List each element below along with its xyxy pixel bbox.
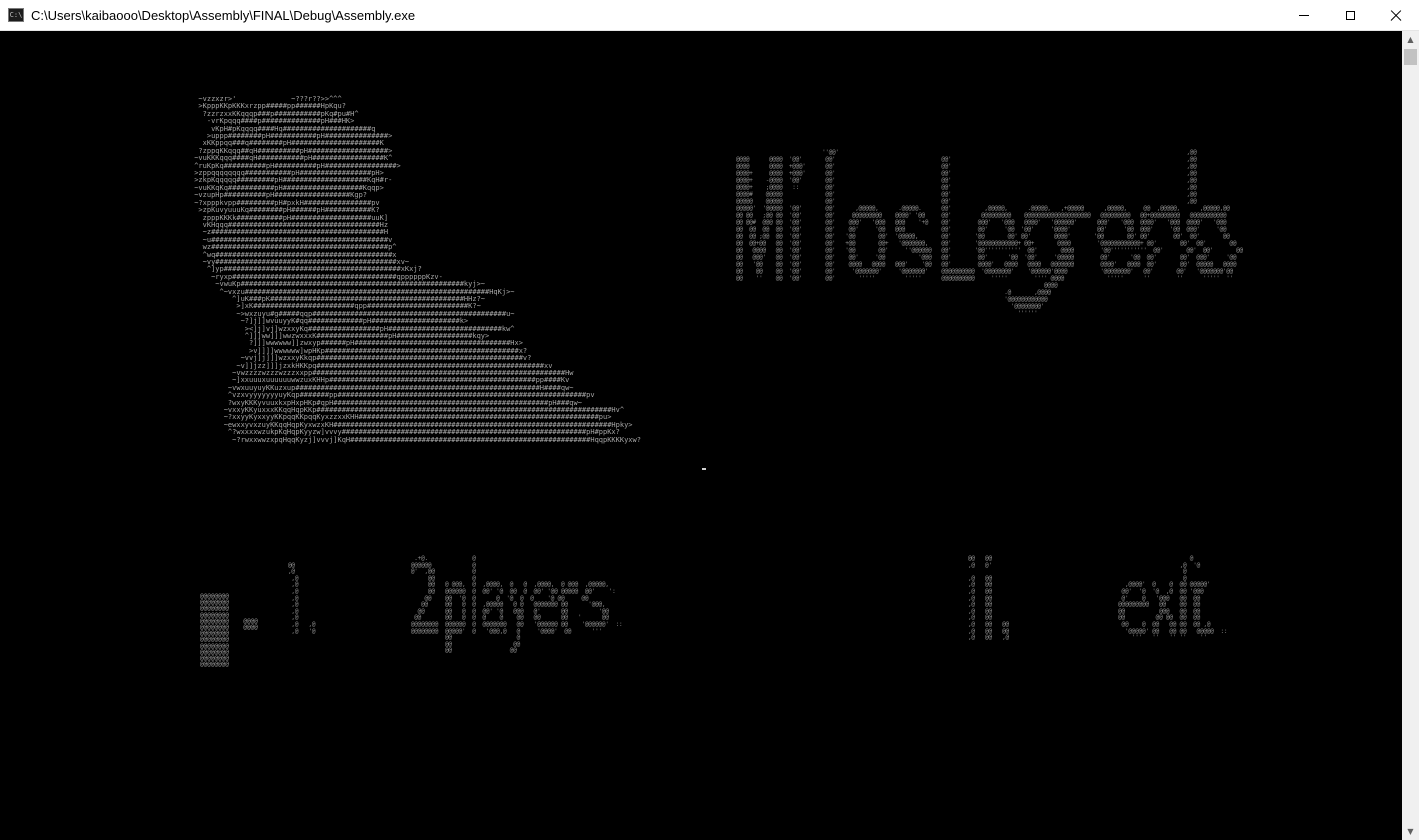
close-icon <box>1390 10 1402 22</box>
scrollbar-thumb[interactable] <box>1404 49 1417 65</box>
text-cursor <box>702 468 706 470</box>
ascii-portrait-art: ~vzzxzr>' ~???r??>>^^^ >KpppKKpKKKxrzpp#… <box>194 95 641 444</box>
scroll-down-arrow-icon[interactable]: ▼ <box>1402 823 1419 840</box>
menu-selector-marker: @@@@@@@@ @@@@@@@@ @@@@@@@@ @@@@@@@@ @@@@… <box>200 593 258 669</box>
vertical-scrollbar[interactable]: ▲ ▼ <box>1402 31 1419 840</box>
ascii-game-logo: ''@@' ,@@ @@@@ @@@@ '@@' @@' @@' ,@@ @@@… <box>736 149 1243 317</box>
maximize-icon <box>1345 11 1355 20</box>
menu-option-exit[interactable]: @@ @@ @ ,@ @' ,@ '@ @ ,@ @@ @ ,@ @@ ,@@@… <box>968 555 1228 642</box>
minimize-icon <box>1299 15 1309 16</box>
close-button[interactable] <box>1373 0 1419 31</box>
window-title: C:\Users\kaibaooo\Desktop\Assembly\FINAL… <box>31 8 416 23</box>
scroll-up-arrow-icon[interactable]: ▲ <box>1402 31 1419 48</box>
console-output-area[interactable]: ~vzzxzr>' ~???r??>>^^^ >KpppKKpKKKxrzpp#… <box>0 31 1402 840</box>
window-titlebar[interactable]: C:\ C:\Users\kaibaooo\Desktop\Assembly\F… <box>0 0 1419 31</box>
menu-option-2players[interactable]: .+@. @ @@ @@@@@@ @ ,@ @' ,@@ @ ,@ @@ @ ,… <box>288 555 623 655</box>
console-app-icon[interactable]: C:\ <box>8 8 24 22</box>
minimize-button[interactable] <box>1281 0 1327 31</box>
maximize-button[interactable] <box>1327 0 1373 31</box>
